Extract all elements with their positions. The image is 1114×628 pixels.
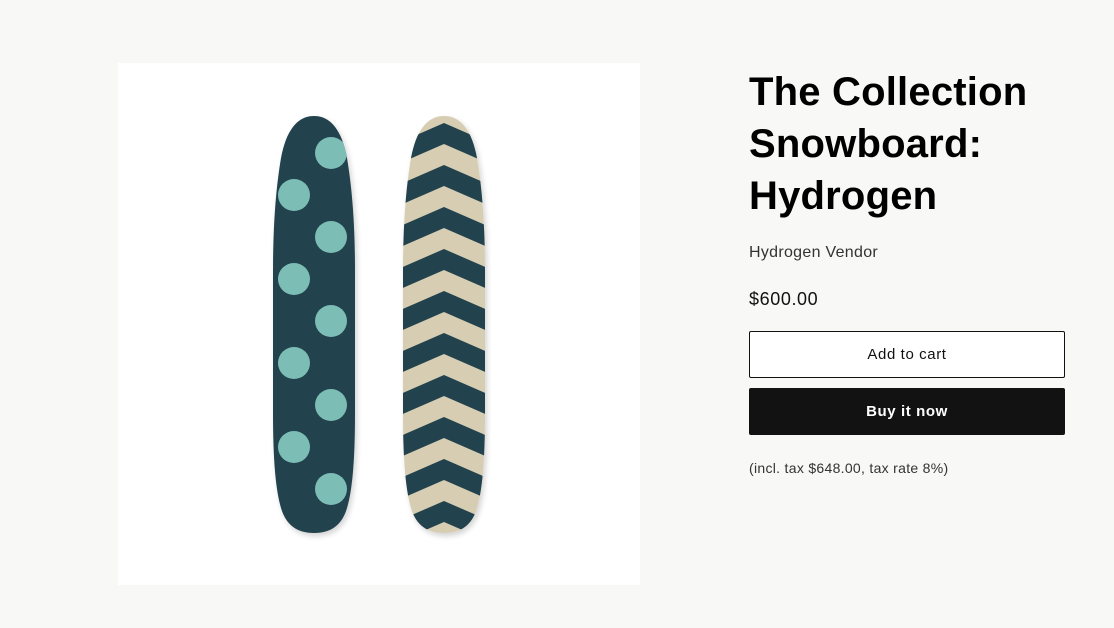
add-to-cart-button[interactable]: Add to cart <box>749 331 1065 378</box>
chevron-stripe <box>403 116 485 122</box>
tax-note: (incl. tax $648.00, tax rate 8%) <box>749 460 949 476</box>
product-vendor: Hydrogen Vendor <box>749 244 879 261</box>
product-price: $600.00 <box>749 289 819 309</box>
product-image <box>273 116 485 533</box>
snowboard-dots <box>273 116 355 533</box>
product-info: The Collection Snowboard: Hydrogen Hydro… <box>749 66 1065 476</box>
buy-it-now-button[interactable]: Buy it now <box>749 388 1065 435</box>
product-title: The Collection Snowboard: Hydrogen <box>749 70 1028 218</box>
snowboard-chevrons <box>403 116 485 533</box>
product-media[interactable] <box>118 63 640 585</box>
